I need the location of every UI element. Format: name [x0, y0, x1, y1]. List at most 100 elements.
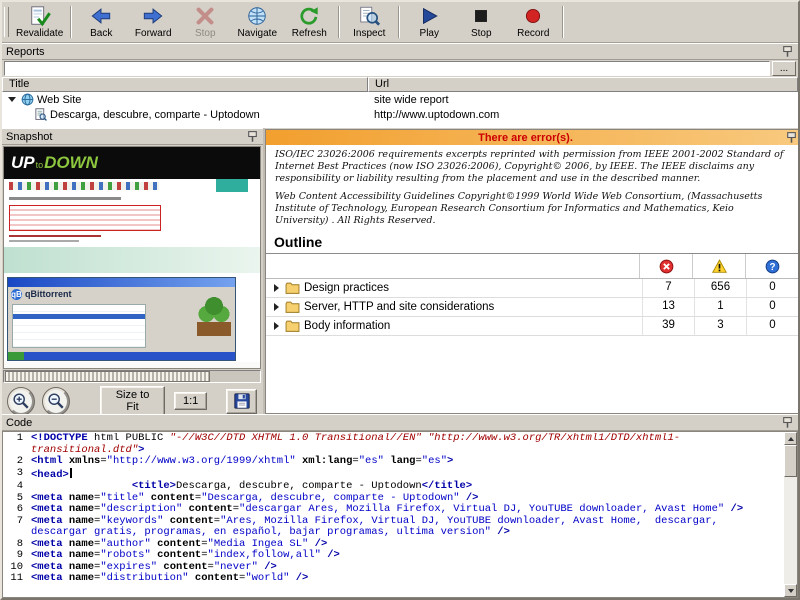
snapshot-panel: Snapshot UP to DOWN qB qBittorrent Size … [2, 128, 265, 416]
status-text: There are error(s). [478, 131, 573, 144]
outline-count-questions: 0 [746, 317, 798, 335]
size-to-fit-button[interactable]: Size to Fit [100, 386, 165, 416]
toolbar-button-back[interactable]: Back [75, 3, 127, 41]
toolbar-button-label: Forward [134, 28, 172, 39]
snapshot-image[interactable]: UP to DOWN qB qBittorrent [3, 146, 261, 369]
zoom-out-button[interactable] [43, 387, 70, 415]
browse-button[interactable]: ... [772, 61, 796, 76]
outline-count-warnings: 1 [694, 298, 746, 316]
code-panel: Code 1 <!DOCTYPE html PUBLIC "-//W3C//DTD… [2, 414, 798, 598]
save-snapshot-button[interactable] [226, 388, 258, 414]
reports-panel-header: Reports [2, 43, 798, 60]
outline-count-questions: 0 [746, 279, 798, 297]
report-url-input[interactable] [4, 61, 770, 76]
report-tree-row[interactable]: Web Site site wide report [2, 92, 798, 107]
code-line: 2 <html xmlns="http://www.w3.org/1999/xht… [3, 455, 783, 468]
toolbar-button-label: Refresh [291, 28, 327, 39]
report-tree-row[interactable]: Descarga, descubre, comparte - Uptodown h… [2, 107, 798, 122]
code-line-number: 6 [16, 503, 23, 515]
pin-icon[interactable] [785, 131, 798, 144]
toolbar-separator [398, 6, 401, 38]
uptodown-logo-down: DOWN [44, 153, 98, 172]
toolbar-button-label: Revalidate [16, 28, 64, 39]
tree-expander-icon[interactable] [274, 284, 279, 292]
outline-count-errors: 7 [642, 279, 694, 297]
outline-row-list: Design practices 7 656 0 Server, HTTP and si… [266, 279, 798, 336]
code-line-number: 7 [16, 514, 23, 527]
record-icon [522, 5, 544, 27]
reports-panel-title: Reports [6, 45, 45, 58]
reports-panel: Reports ... Title Url Web Site site wide … [2, 43, 798, 128]
toolbar-separator [562, 6, 565, 38]
pin-icon[interactable] [781, 45, 794, 58]
toolbar-separator [338, 6, 341, 38]
toolbar-button-label: Back [90, 28, 113, 39]
folder-icon [285, 282, 300, 294]
tree-expander-icon[interactable] [274, 322, 279, 330]
toolbar-button-stop: Stop [179, 3, 231, 41]
revalidate-icon [29, 5, 51, 27]
outline-row-label: Design practices [304, 282, 390, 294]
code-vertical-scrollbar[interactable] [784, 432, 797, 597]
column-header-url[interactable]: Url [368, 77, 798, 92]
uptodown-banner: UP to DOWN [4, 147, 260, 179]
toolbar-button-label: Play [419, 28, 439, 39]
report-url: site wide report [374, 93, 449, 106]
tree-expander-icon[interactable] [274, 303, 279, 311]
toolbar-button-label: Stop [194, 28, 216, 39]
outline-row[interactable]: Body information 39 3 0 [266, 317, 798, 336]
back-icon [90, 5, 112, 27]
toolbar-button-stop[interactable]: Stop [455, 3, 507, 41]
toolbar-grip[interactable] [4, 7, 9, 37]
code-line-number: 4 [16, 480, 23, 492]
error-icon [659, 259, 674, 274]
pin-icon[interactable] [246, 130, 259, 143]
column-header-errors[interactable] [639, 254, 692, 278]
toolbar-button-play[interactable]: Play [403, 3, 455, 41]
status-banner: There are error(s). [266, 130, 798, 145]
toolbar-button-navigate[interactable]: Navigate [231, 3, 283, 41]
column-header-title[interactable]: Title [2, 77, 368, 92]
report-title: Web Site [37, 93, 82, 106]
report-title: Descarga, descubre, comparte - Uptodown [50, 108, 260, 121]
toolbar-button-refresh[interactable]: Refresh [283, 3, 335, 41]
actual-size-button[interactable]: 1:1 [173, 392, 208, 410]
scrollbar-thumb[interactable] [784, 445, 797, 477]
snapshot-panel-title: Snapshot [6, 130, 53, 143]
toolbar-button-forward[interactable]: Forward [127, 3, 179, 41]
scrollbar-thumb[interactable] [5, 371, 211, 382]
snapshot-horizontal-scrollbar[interactable] [3, 370, 261, 383]
tree-expander-icon[interactable] [8, 97, 16, 102]
column-header-warnings[interactable] [692, 254, 745, 278]
outline-count-warnings: 3 [694, 317, 746, 335]
code-line: 1 <!DOCTYPE html PUBLIC "-//W3C//DTD XHTM… [3, 433, 783, 456]
code-line: 7 <meta name="keywords" content="Ares, Mo… [3, 514, 783, 539]
toolbar-button-inspect[interactable]: Inspect [343, 3, 395, 41]
forward-icon [142, 5, 164, 27]
site-icon [21, 93, 34, 106]
toolbar-button-revalidate[interactable]: Revalidate [12, 3, 67, 41]
toolbar-button-label: Record [517, 28, 550, 39]
warning-icon [711, 258, 727, 274]
app-window: Revalidate Back Forward Stop Navigate Refresh… [0, 0, 800, 600]
column-header-questions[interactable]: ? [745, 254, 798, 278]
code-line-number: 1 [16, 433, 23, 444]
taskbar-decoration [8, 352, 235, 360]
page-text-line [9, 235, 101, 237]
code-line: 11 <meta name="distribution" content="wor… [3, 572, 783, 585]
pin-icon[interactable] [781, 416, 794, 429]
outline-header-spacer [266, 254, 639, 278]
scroll-up-button[interactable] [784, 432, 797, 445]
outline-row-label: Body information [304, 320, 391, 332]
outline-row[interactable]: Design practices 7 656 0 [266, 279, 798, 298]
code-line-number: 3 [16, 466, 23, 479]
question-icon: ? [765, 259, 780, 274]
code-panel-title: Code [6, 416, 33, 429]
outline-title: Outline [266, 233, 798, 254]
zoom-in-button[interactable] [8, 387, 35, 415]
outline-row[interactable]: Server, HTTP and site considerations 13 1 0 [266, 298, 798, 317]
toolbar-button-record[interactable]: Record [507, 3, 559, 41]
scrollbar-track[interactable] [784, 477, 797, 584]
scroll-down-button[interactable] [784, 584, 797, 597]
code-editor[interactable]: 1 <!DOCTYPE html PUBLIC "-//W3C//DTD XHTM… [3, 433, 783, 597]
